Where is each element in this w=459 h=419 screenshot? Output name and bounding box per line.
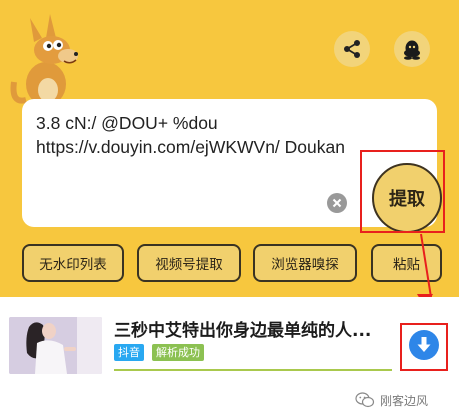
qq-icon	[404, 40, 420, 60]
header-area: 3.8 cN:/ @DOU+ %dou https://v.douyin.com…	[0, 0, 459, 297]
no-watermark-list-button[interactable]: 无水印列表	[22, 244, 124, 282]
highlight-box-extract	[360, 150, 445, 233]
action-chips: 无水印列表 视频号提取 浏览器嗅探 粘贴	[22, 244, 442, 282]
video-thumbnail	[9, 317, 102, 374]
share-icon	[344, 40, 360, 58]
result-item[interactable]: 三秒中艾特出你身边最单纯的人... 抖音 解析成功	[0, 297, 459, 387]
close-icon	[332, 198, 342, 208]
kangaroo-mascot-icon	[10, 14, 78, 112]
clear-button[interactable]	[327, 193, 347, 213]
share-button[interactable]	[334, 31, 370, 67]
browser-sniff-button[interactable]: 浏览器嗅探	[253, 244, 357, 282]
watermark: 刚客边风	[355, 389, 428, 411]
status-badge: 解析成功	[152, 344, 204, 361]
highlight-box-download	[400, 323, 448, 371]
share-text-input[interactable]: 3.8 cN:/ @DOU+ %dou https://v.douyin.com…	[36, 111, 381, 159]
platform-badge: 抖音	[114, 344, 144, 361]
qq-button[interactable]	[394, 31, 430, 67]
person-thumbnail-image	[9, 317, 102, 374]
watermark-text: 刚客边风	[380, 393, 429, 408]
wechat-icon	[355, 392, 375, 408]
video-account-extract-button[interactable]: 视频号提取	[137, 244, 241, 282]
paste-button[interactable]: 粘贴	[371, 244, 442, 282]
video-title: 三秒中艾特出你身边最单纯的人...	[114, 321, 372, 341]
progress-line	[114, 369, 392, 371]
